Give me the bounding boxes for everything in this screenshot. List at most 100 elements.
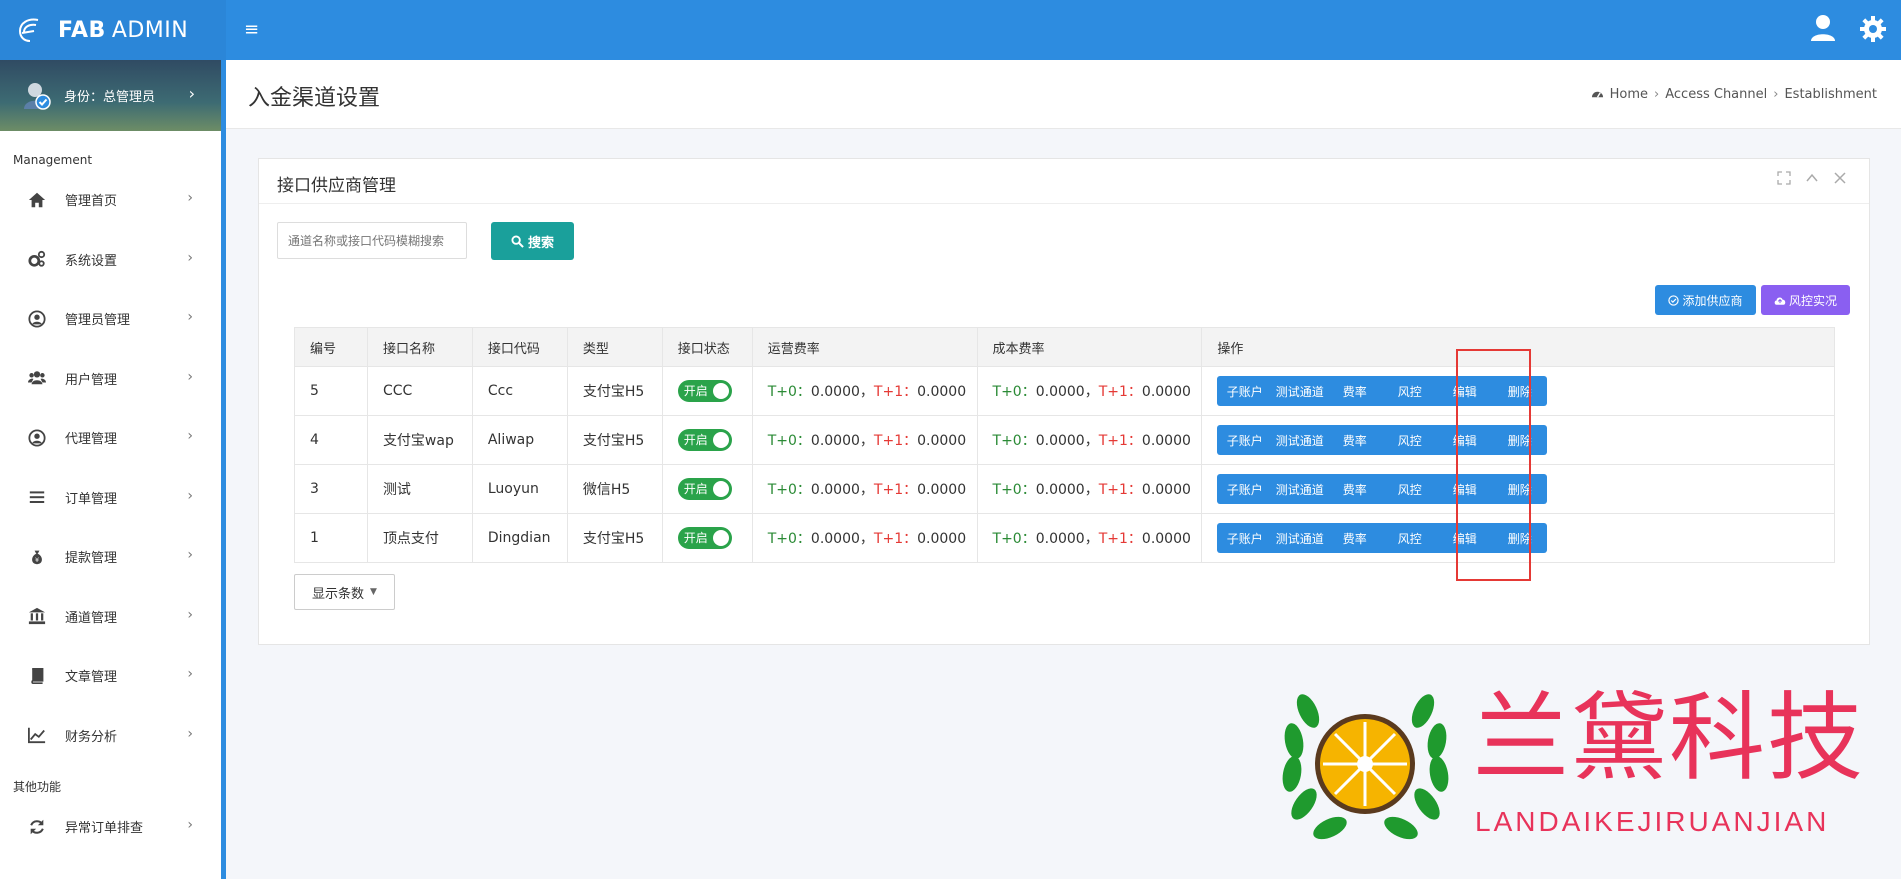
provider-table: 编号 接口名称 接口代码 类型 接口状态 运营费率 成本费率 操作 5 CCC … <box>294 327 1835 563</box>
provider-panel: 接口供应商管理 搜索 添加供应商 风控实况 编号 接口名称 接口代码 类型 接口… <box>258 158 1870 645</box>
status-toggle[interactable]: 开启 <box>677 527 732 549</box>
chevron-right-icon: › <box>187 606 193 623</box>
user-icon[interactable] <box>1810 14 1836 42</box>
cell-actions: 子账户 测试通道 费率 风控 编辑 删除 <box>1201 415 1835 465</box>
close-icon[interactable] <box>1833 171 1847 185</box>
risk-monitor-button[interactable]: 风控实况 <box>1761 285 1850 315</box>
rate-button[interactable]: 费率 <box>1327 474 1382 504</box>
risk-control-button[interactable]: 风控 <box>1382 425 1437 455</box>
breadcrumb-separator: › <box>1654 87 1660 102</box>
add-provider-button[interactable]: 添加供应商 <box>1655 285 1756 315</box>
section-other: 其他功能 <box>13 780 62 794</box>
sidebar-item-withdraw-management[interactable]: ¥ 提款管理 › <box>0 527 221 587</box>
refresh-icon <box>27 817 47 837</box>
panel-header: 接口供应商管理 <box>259 159 1869 204</box>
cell-type: 支付宝H5 <box>566 415 663 465</box>
sidebar-item-admin-management[interactable]: 管理员管理 › <box>0 289 221 349</box>
sidebar-item-home[interactable]: 管理首页 › <box>0 170 221 230</box>
search-icon <box>511 234 524 248</box>
cell-cost-rate: T+0：0.0000，T+1：0.0000 <box>976 366 1203 416</box>
identity-bar[interactable]: 身份：总管理员 › <box>0 60 221 131</box>
risk-control-button[interactable]: 风控 <box>1382 376 1437 406</box>
edit-button[interactable]: 编辑 <box>1437 376 1492 406</box>
search-input[interactable] <box>277 222 467 259</box>
action-group: 子账户 测试通道 费率 风控 编辑 删除 <box>1217 523 1548 553</box>
cell-status: 开启 <box>661 513 753 563</box>
user-circle-icon <box>27 309 47 329</box>
chevron-right-icon: › <box>187 309 193 325</box>
edit-button[interactable]: 编辑 <box>1437 523 1492 553</box>
identity-label: 身份：总管理员 <box>64 90 156 105</box>
section-management: Management <box>13 153 93 167</box>
menu-toggle-icon[interactable]: ≡ <box>244 18 262 42</box>
table-header-row: 编号 接口名称 接口代码 类型 接口状态 运营费率 成本费率 操作 <box>294 327 1835 367</box>
risk-control-button[interactable]: 风控 <box>1382 474 1437 504</box>
cell-status: 开启 <box>661 366 753 416</box>
test-channel-button[interactable]: 测试通道 <box>1272 474 1327 504</box>
brand[interactable]: FAB ADMIN <box>0 0 226 60</box>
status-toggle[interactable]: 开启 <box>677 380 732 402</box>
panel-tools <box>1777 171 1847 185</box>
edit-button[interactable]: 编辑 <box>1437 474 1492 504</box>
cell-name: CCC <box>366 366 473 416</box>
user-circle-icon <box>27 428 47 448</box>
test-channel-button[interactable]: 测试通道 <box>1272 425 1327 455</box>
rate-button[interactable]: 费率 <box>1327 376 1382 406</box>
rate-button[interactable]: 费率 <box>1327 523 1382 553</box>
sub-account-button[interactable]: 子账户 <box>1217 425 1272 455</box>
cell-name: 测试 <box>366 464 473 514</box>
sub-account-button[interactable]: 子账户 <box>1217 523 1272 553</box>
cell-actions: 子账户 测试通道 费率 风控 编辑 删除 <box>1201 366 1835 416</box>
cell-cost-rate: T+0：0.0000，T+1：0.0000 <box>976 464 1203 514</box>
status-toggle[interactable]: 开启 <box>677 429 732 451</box>
sidebar-item-order-management[interactable]: 订单管理 › <box>0 468 221 528</box>
cell-type: 支付宝H5 <box>566 513 663 563</box>
sub-account-button[interactable]: 子账户 <box>1217 474 1272 504</box>
status-toggle[interactable]: 开启 <box>677 478 732 500</box>
page-header: 入金渠道设置 Home › Access Channel › Establish… <box>226 60 1901 129</box>
chart-line-icon <box>27 725 47 745</box>
cell-operating-rate: T+0：0.0000，T+1：0.0000 <box>751 513 978 563</box>
collapse-icon[interactable] <box>1805 171 1819 185</box>
check-circle-icon <box>1668 294 1680 306</box>
table-row: 4 支付宝wap Aliwap 支付宝H5 开启 T+0：0.0000，T+1：… <box>294 415 1835 465</box>
rate-button[interactable]: 费率 <box>1327 425 1382 455</box>
sidebar-item-user-management[interactable]: 用户管理 › <box>0 349 221 409</box>
page-size-dropdown[interactable]: 显示条数 ▼ <box>294 574 395 610</box>
test-channel-button[interactable]: 测试通道 <box>1272 523 1327 553</box>
gear-icon[interactable] <box>1860 16 1886 42</box>
breadcrumb-home[interactable]: Home <box>1610 87 1648 102</box>
cell-type: 支付宝H5 <box>566 366 663 416</box>
sidebar-item-agent-management[interactable]: 代理管理 › <box>0 408 221 468</box>
top-bar: FAB ADMIN ≡ <box>0 0 1901 60</box>
admin-avatar-icon <box>24 82 51 110</box>
users-icon <box>27 368 47 388</box>
sidebar-item-finance-analysis[interactable]: 财务分析 › <box>0 706 221 766</box>
header-actions: 操作 <box>1201 327 1835 367</box>
sidebar-item-channel-management[interactable]: 通道管理 › <box>0 587 221 647</box>
delete-button[interactable]: 删除 <box>1492 474 1547 504</box>
sidebar-item-system-settings[interactable]: 系统设置 › <box>0 230 221 290</box>
sidebar: 身份：总管理员 › Management 管理首页 › 系统设置 › 管理员管理… <box>0 60 226 879</box>
delete-button[interactable]: 删除 <box>1492 523 1547 553</box>
header-operating-rate: 运营费率 <box>751 327 978 367</box>
breadcrumb: Home › Access Channel › Establishment <box>1591 87 1877 102</box>
sidebar-item-article-management[interactable]: 文章管理 › <box>0 646 221 706</box>
test-channel-button[interactable]: 测试通道 <box>1272 376 1327 406</box>
sidebar-item-abnormal-orders[interactable]: 异常订单排查 › <box>0 797 221 857</box>
cell-cost-rate: T+0：0.0000，T+1：0.0000 <box>976 513 1203 563</box>
search-button[interactable]: 搜索 <box>491 222 574 260</box>
delete-button[interactable]: 删除 <box>1492 376 1547 406</box>
table-row: 3 测试 Luoyun 微信H5 开启 T+0：0.0000，T+1：0.000… <box>294 464 1835 514</box>
edit-button[interactable]: 编辑 <box>1437 425 1492 455</box>
expand-icon[interactable] <box>1777 171 1791 185</box>
chevron-right-icon: › <box>188 84 195 103</box>
chevron-right-icon: › <box>187 547 193 563</box>
sub-account-button[interactable]: 子账户 <box>1217 376 1272 406</box>
risk-control-button[interactable]: 风控 <box>1382 523 1437 553</box>
action-group: 子账户 测试通道 费率 风控 编辑 删除 <box>1217 474 1548 504</box>
breadcrumb-access-channel[interactable]: Access Channel <box>1665 87 1767 102</box>
chevron-right-icon: › <box>187 190 193 206</box>
breadcrumb-separator: › <box>1773 87 1779 102</box>
delete-button[interactable]: 删除 <box>1492 425 1547 455</box>
